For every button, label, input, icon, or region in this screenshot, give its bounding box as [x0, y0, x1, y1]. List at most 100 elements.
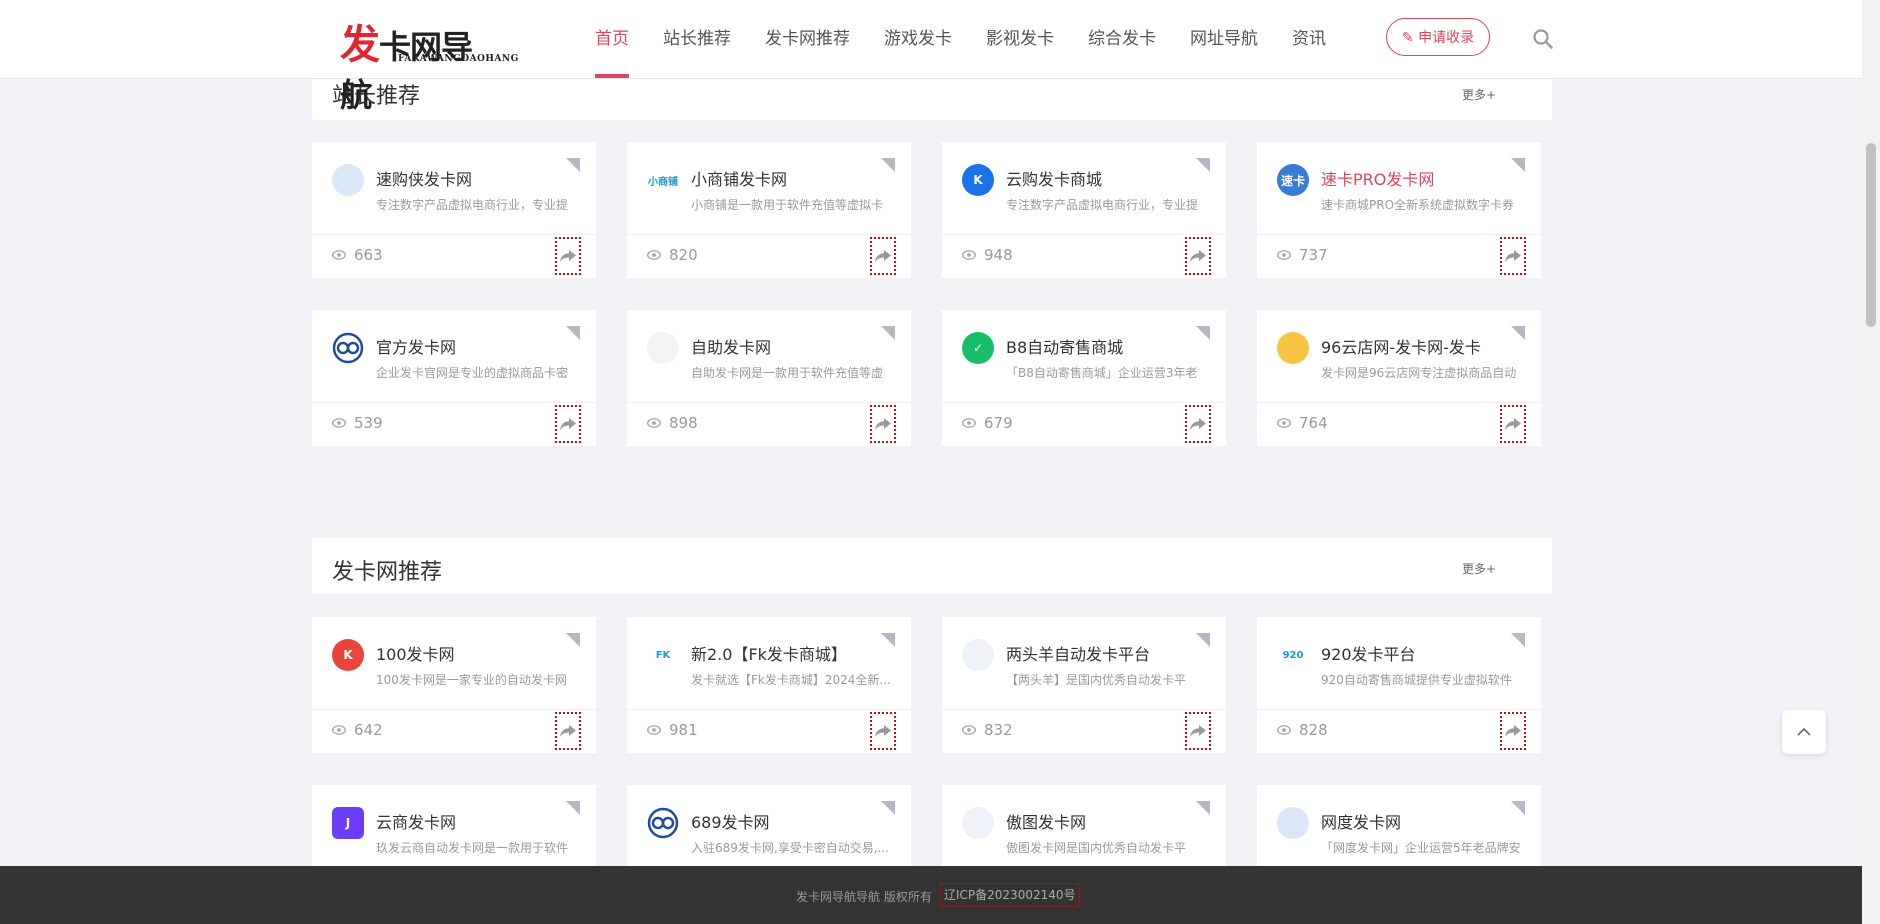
site-description: 企业发卡官网是专业的虚拟商品卡密: [376, 366, 569, 380]
section-more-link[interactable]: 更多+: [1462, 560, 1496, 577]
nav-news[interactable]: 资讯: [1277, 0, 1341, 78]
eye-icon: [332, 418, 346, 428]
site-card[interactable]: 速卡 速卡PRO发卡网速卡商城PRO全新系统虚拟数字卡券 737: [1257, 142, 1541, 278]
view-count-value: 981: [669, 721, 698, 739]
view-count: 981: [647, 721, 698, 739]
page-scrollbar[interactable]: [1862, 0, 1880, 924]
corner-triangle-icon: [1196, 158, 1210, 172]
section-more-link[interactable]: 更多+: [1462, 86, 1496, 103]
site-name[interactable]: 新2.0【Fk发卡商城】: [691, 641, 847, 665]
icp-link[interactable]: 辽ICP备2023002140号: [940, 883, 1080, 907]
view-count: 948: [962, 246, 1013, 264]
view-count-value: 642: [354, 721, 383, 739]
site-card[interactable]: 自助发卡网 自助发卡网是一款用于软件充值等虚 898: [627, 310, 911, 446]
corner-triangle-icon: [566, 326, 580, 340]
corner-triangle-icon: [1196, 633, 1210, 647]
view-count: 737: [1277, 246, 1328, 264]
apply-listing-button[interactable]: ✎ 申请收录: [1386, 18, 1490, 56]
share-button[interactable]: [1500, 405, 1526, 443]
site-name[interactable]: 96云店网-发卡网-发卡: [1321, 334, 1481, 358]
site-name[interactable]: B8自动寄售商城: [1006, 334, 1123, 358]
share-button[interactable]: [1500, 237, 1526, 275]
share-button[interactable]: [1185, 237, 1211, 275]
view-count-value: 539: [354, 414, 383, 432]
920-logo: 920: [1277, 639, 1309, 671]
share-button[interactable]: [870, 237, 896, 275]
site-card[interactable]: 小商铺 小商铺发卡网 小商铺是一款用于软件充值等虚拟卡 820: [627, 142, 911, 278]
logo-first-char: 发: [340, 21, 380, 68]
pencil-icon: ✎: [1401, 30, 1414, 46]
site-name[interactable]: 两头羊自动发卡平台: [1006, 641, 1150, 665]
back-to-top-button[interactable]: [1782, 710, 1826, 754]
site-description: 发卡网是96云店网专注虚拟商品自动: [1321, 366, 1517, 380]
share-button[interactable]: [555, 405, 581, 443]
ring-logo: [332, 332, 364, 364]
nav-general-faka[interactable]: 综合发卡: [1073, 0, 1171, 78]
share-button[interactable]: [870, 405, 896, 443]
site-name[interactable]: 小商铺发卡网: [691, 166, 787, 190]
view-count-value: 820: [669, 246, 698, 264]
site-description: 【两头羊】是国内优秀自动发卡平: [1006, 673, 1187, 687]
search-icon[interactable]: [1532, 28, 1554, 50]
scrollbar-thumb[interactable]: [1866, 143, 1876, 327]
nav-url-directory[interactable]: 网址导航: [1175, 0, 1273, 78]
nav-home[interactable]: 首页: [580, 0, 644, 78]
site-name[interactable]: 920发卡平台: [1321, 641, 1416, 665]
share-button[interactable]: [555, 237, 581, 275]
share-icon: [1190, 250, 1206, 262]
site-description: 入驻689发卡网,享受卡密自动交易,...: [691, 841, 889, 855]
share-button[interactable]: [1500, 712, 1526, 750]
site-name[interactable]: 傲图发卡网: [1006, 809, 1086, 833]
share-button[interactable]: [1185, 712, 1211, 750]
nav-game-faka[interactable]: 游戏发卡: [869, 0, 967, 78]
site-name[interactable]: 100发卡网: [376, 641, 455, 665]
corner-triangle-icon: [1511, 326, 1525, 340]
nav-video-faka[interactable]: 影视发卡: [971, 0, 1069, 78]
site-card[interactable]: 920 920发卡平台 920自动寄售商城提供专业虚拟软件 828: [1257, 617, 1541, 753]
share-button[interactable]: [555, 712, 581, 750]
site-card[interactable]: K 云购发卡商城 专注数字产品虚拟电商行业，专业提 948: [942, 142, 1226, 278]
site-name[interactable]: 网度发卡网: [1321, 809, 1401, 833]
site-card[interactable]: 96云店网-发卡网-发卡 发卡网是96云店网专注虚拟商品自动 764: [1257, 310, 1541, 446]
corner-triangle-icon: [881, 633, 895, 647]
site-description: 自助发卡网是一款用于软件充值等虚: [691, 366, 884, 380]
share-icon: [560, 725, 576, 737]
share-button[interactable]: [870, 712, 896, 750]
site-name[interactable]: 云购发卡商城: [1006, 166, 1102, 190]
share-button[interactable]: [1185, 405, 1211, 443]
nav-faka-recommend[interactable]: 发卡网推荐: [750, 0, 865, 78]
site-name[interactable]: 689发卡网: [691, 809, 770, 833]
site-card[interactable]: 速购侠发卡网 专注数字产品虚拟电商行业，专业提 663: [312, 142, 596, 278]
view-count-value: 948: [984, 246, 1013, 264]
site-card[interactable]: 官方发卡网企业发卡官网是专业的虚拟商品卡密 539: [312, 310, 596, 446]
corner-triangle-icon: [881, 158, 895, 172]
site-description: 小商铺是一款用于软件充值等虚拟卡: [691, 198, 884, 212]
share-icon: [1505, 250, 1521, 262]
eye-icon: [332, 725, 346, 735]
site-card[interactable]: ✓ B8自动寄售商城 「B8自动寄售商城」企业运营3年老 679: [942, 310, 1226, 446]
site-card[interactable]: FK 新2.0【Fk发卡商城】 发卡就选【Fk发卡商城】2024全新... 981: [627, 617, 911, 753]
site-description: 傲图发卡网是国内优秀自动发卡平: [1006, 841, 1187, 855]
site-name[interactable]: 官方发卡网: [376, 334, 456, 358]
site-description: 速卡商城PRO全新系统虚拟数字卡券: [1321, 198, 1515, 212]
site-card[interactable]: 两头羊自动发卡平台 【两头羊】是国内优秀自动发卡平 832: [942, 617, 1226, 753]
site-logo[interactable]: 发卡网导航 FAKAWANGDAOHANG: [338, 6, 518, 114]
card-divider: [942, 402, 1226, 403]
corner-triangle-icon: [566, 633, 580, 647]
eye-icon: [1277, 418, 1291, 428]
site-name[interactable]: 速购侠发卡网: [376, 166, 472, 190]
view-count-value: 679: [984, 414, 1013, 432]
eye-icon: [647, 725, 661, 735]
card-divider: [1257, 402, 1541, 403]
section-title: 发卡网推荐: [332, 560, 443, 585]
view-count: 820: [647, 246, 698, 264]
suka-logo: 速卡: [1277, 164, 1309, 196]
site-card[interactable]: K 100发卡网 100发卡网是一家专业的自动发卡网 642: [312, 617, 596, 753]
share-icon: [560, 250, 576, 262]
site-name[interactable]: 云商发卡网: [376, 809, 456, 833]
site-name[interactable]: 自助发卡网: [691, 334, 771, 358]
view-count-value: 663: [354, 246, 383, 264]
eye-icon: [962, 418, 976, 428]
nav-webmaster-recommend[interactable]: 站长推荐: [648, 0, 746, 78]
site-name[interactable]: 速卡PRO发卡网: [1321, 166, 1434, 190]
